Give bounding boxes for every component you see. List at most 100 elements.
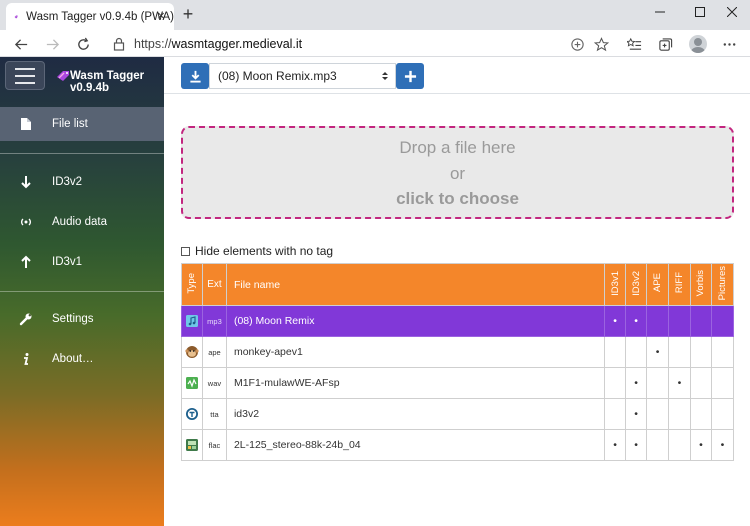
forward-icon[interactable]	[42, 34, 62, 54]
table-row[interactable]: tta id3v2 •	[181, 398, 735, 430]
file-name: 2L-125_stereo-88k-24b_04	[225, 429, 606, 461]
column-header-ape[interactable]: APE	[646, 263, 670, 306]
hamburger-menu-icon[interactable]	[5, 61, 45, 90]
tag-ape	[646, 367, 670, 399]
file-ext: flac	[201, 429, 227, 461]
file-ext: ape	[201, 336, 227, 368]
tag-id3v1: •	[604, 429, 627, 461]
download-button[interactable]	[181, 63, 209, 89]
favorite-star-icon[interactable]	[591, 34, 611, 54]
tag-vorbis: •	[690, 429, 712, 461]
wav-file-icon	[185, 377, 198, 389]
sidebar-item-label: File list	[52, 118, 88, 130]
column-header-vorbis[interactable]: Vorbis	[690, 263, 712, 306]
sidebar-item-label: Settings	[52, 313, 94, 325]
file-select-value: (08) Moon Remix.mp3	[218, 69, 337, 83]
tag-id3v2: •	[625, 367, 648, 399]
url-host: wasmtagger.medieval.it	[171, 37, 303, 51]
lock-icon	[113, 37, 125, 51]
wrench-icon	[18, 311, 34, 327]
column-header-id3v1[interactable]: ID3v1	[604, 263, 627, 306]
tag-pictures	[710, 336, 735, 368]
tag-id3v1	[604, 336, 627, 368]
tta-icon	[185, 408, 198, 420]
table-row[interactable]: flac 2L-125_stereo-88k-24b_04 • • • •	[181, 429, 735, 461]
tag-vorbis	[690, 367, 712, 399]
favorites-list-icon[interactable]	[624, 34, 644, 54]
column-header-pictures[interactable]: Pictures	[710, 263, 735, 306]
sidebar-item-id3v1[interactable]: ID3v1	[0, 245, 164, 279]
browser-tab[interactable]: Wasm Tagger v0.9.4b (PWA) ×	[6, 3, 174, 30]
sidebar-item-id3v2[interactable]: ID3v2	[0, 165, 164, 199]
sidebar-item-file-list[interactable]: File list	[0, 107, 164, 141]
sidebar-item-about[interactable]: About…	[0, 342, 164, 376]
file-ext: mp3	[201, 305, 227, 337]
tag-ape: •	[646, 336, 670, 368]
more-options-icon[interactable]	[719, 34, 739, 54]
file-name: id3v2	[225, 398, 606, 430]
file-type-cell	[181, 429, 203, 461]
column-header-type[interactable]: Type	[181, 263, 203, 306]
download-icon	[189, 70, 201, 83]
install-app-icon[interactable]	[567, 34, 587, 54]
column-header-ext[interactable]: Ext	[201, 263, 227, 306]
maximize-icon[interactable]	[682, 0, 718, 24]
tag-id3v2: •	[625, 429, 648, 461]
close-window-icon[interactable]	[714, 0, 750, 24]
column-header-file-name[interactable]: File name	[225, 263, 606, 306]
tag-vorbis	[690, 305, 712, 337]
hide-untagged-checkbox[interactable]	[181, 246, 190, 256]
add-file-button[interactable]	[396, 63, 424, 89]
flac-file-icon	[185, 439, 198, 451]
profile-avatar[interactable]	[689, 35, 707, 53]
column-header-id3v2[interactable]: ID3v2	[625, 263, 648, 306]
app-title: Wasm Tagger v0.9.4b	[70, 70, 145, 94]
dropzone-text-choose: click to choose	[396, 189, 519, 208]
dropzone-text-or: or	[449, 164, 466, 183]
table-row[interactable]: wav M1F1-mulawWE-AFsp • •	[181, 367, 735, 399]
tag-riff	[668, 398, 691, 430]
back-icon[interactable]	[11, 34, 31, 54]
tag-ape	[646, 398, 670, 430]
url-text: https://wasmtagger.medieval.it	[134, 37, 302, 51]
file-table: Type Ext File name ID3v1 ID3v2 APE RIFF …	[181, 263, 735, 461]
file-dropzone[interactable]: Drop a file here or click to choose	[181, 126, 734, 219]
hide-untagged-toggle[interactable]: Hide elements with no tag	[181, 244, 333, 258]
address-bar[interactable]: https://wasmtagger.medieval.it	[103, 32, 615, 56]
collections-icon[interactable]	[655, 34, 675, 54]
file-type-cell	[181, 336, 203, 368]
column-header-riff[interactable]: RIFF	[668, 263, 691, 306]
browser-toolbar: https://wasmtagger.medieval.it	[0, 30, 750, 57]
app-logo-icon	[57, 71, 69, 81]
sidebar-item-settings[interactable]: Settings	[0, 302, 164, 336]
sidebar-item-label: ID3v1	[52, 256, 83, 268]
tag-id3v2	[625, 336, 648, 368]
file-name: M1F1-mulawWE-AFsp	[225, 367, 606, 399]
file-toolbar: (08) Moon Remix.mp3	[164, 57, 750, 94]
tag-pictures	[710, 398, 735, 430]
file-ext: tta	[201, 398, 227, 430]
sidebar-item-label: About…	[52, 353, 94, 365]
sidebar-divider	[0, 153, 164, 154]
file-icon	[18, 116, 34, 132]
file-type-cell	[181, 367, 203, 399]
file-name: monkey-apev1	[225, 336, 606, 368]
tag-pictures	[710, 305, 735, 337]
sidebar: Wasm Tagger v0.9.4b File list ID3v2 Audi…	[0, 57, 164, 526]
table-row[interactable]: ape monkey-apev1 •	[181, 336, 735, 368]
table-row[interactable]: mp3 (08) Moon Remix • •	[181, 305, 735, 337]
new-tab-icon[interactable]: +	[180, 5, 196, 23]
tag-riff	[668, 336, 691, 368]
file-name: (08) Moon Remix	[225, 305, 606, 337]
main-content: (08) Moon Remix.mp3 Drop a file here or …	[164, 57, 750, 526]
file-type-cell	[181, 305, 203, 337]
file-select[interactable]: (08) Moon Remix.mp3	[209, 63, 396, 89]
tag-vorbis	[690, 398, 712, 430]
reload-icon[interactable]	[73, 34, 93, 54]
sidebar-item-audio-data[interactable]: Audio data	[0, 205, 164, 239]
minimize-icon[interactable]	[642, 0, 678, 24]
tag-id3v1	[604, 398, 627, 430]
tab-close-icon[interactable]: ×	[154, 9, 168, 23]
monkey-icon	[185, 346, 199, 358]
music-file-icon	[185, 315, 198, 327]
